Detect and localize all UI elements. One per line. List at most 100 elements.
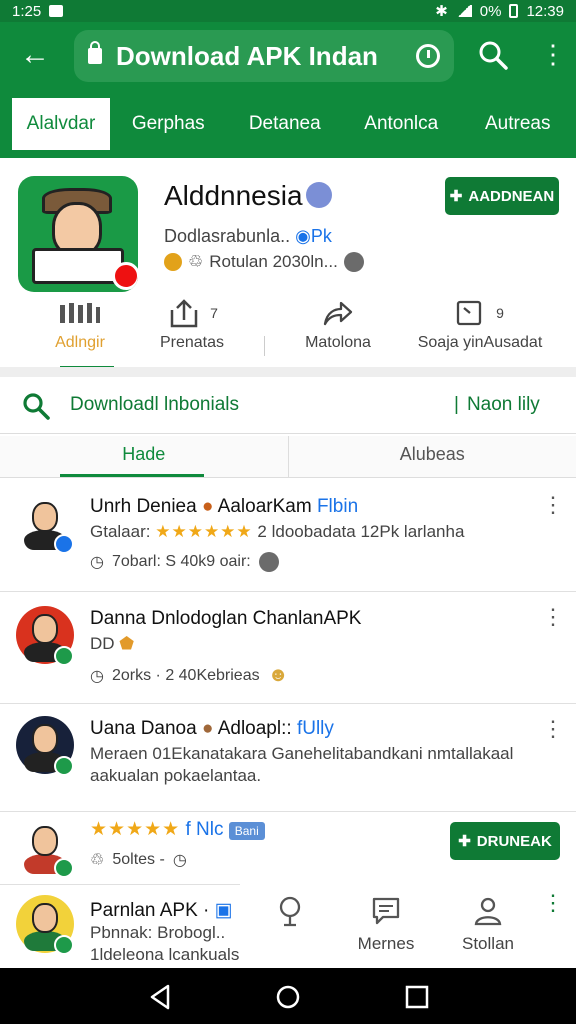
verified-icon [54,935,74,955]
clock-small-icon: ◷ [90,667,104,685]
item-subtitle: Gtalaar: ★★★★★★ 2 ldoobadata 12Pk larlan… [90,522,465,541]
tab-4[interactable]: Autreas [460,98,576,150]
install-button-2[interactable]: ✚ DRUNEAK [450,822,560,860]
verified-icon [54,756,74,776]
avatar [16,818,74,878]
category-tabs: Alalvdar Gerphas Detanea Antonlca Autrea… [0,96,576,152]
nav-item-pin[interactable] [240,894,340,934]
battery-percent: 0% [479,2,502,20]
tab-3[interactable]: Antonlca [343,98,460,150]
clock-small-icon: ◷ [90,554,104,571]
status-bar: 1:25 ✱ 0% 12:39 [0,0,576,22]
section-separator [0,367,576,377]
tab-1[interactable]: Gerphas [110,98,227,150]
status-clock: 12:39 [526,2,564,20]
item-title: Unrh Deniea ● AaloarKam Flbin [90,496,359,517]
nav-item-profile[interactable]: Stollan [438,894,538,954]
notification-dot [112,262,138,290]
list-item[interactable]: Uana Danoa ● Adloapl:: fUlly Meraen 01Ek… [0,704,576,812]
url-title: Download APK Indan [116,40,378,71]
install-button[interactable]: ✚ AADDNEAN [445,177,559,215]
sub-tabs: Hade Alubeas [0,436,576,478]
info-icon [343,252,364,272]
rating-stars: ★★★★★★ [155,522,253,541]
item-subtitle: DD ⬟ [90,634,135,653]
avatar [16,716,74,776]
avatar [16,494,74,554]
recycle-icon: ♲ [188,252,204,271]
subtab-0[interactable]: Hade [0,436,288,477]
subtab-1[interactable]: Alubeas [287,436,576,477]
item-meta: ◷ 2orks · 2 40Kebrieas ☻ [90,664,289,686]
search-icon[interactable] [22,392,50,420]
item-meta: ♲ 5oltes - ◷ [90,851,187,869]
coin-icon [164,253,182,271]
item-title: Danna Dnlodoglan ChanlanAPK [90,608,362,629]
shield-icon: ⬟ [119,634,135,653]
share-box-icon: 7 [122,296,262,330]
more-vert-icon[interactable]: ⋮ [542,606,564,628]
more-vert-icon[interactable]: ⋮ [542,494,564,516]
app-subtitle-link[interactable]: ◉Pk [295,226,332,246]
verified-icon [54,534,74,554]
note-icon: 9 [410,296,550,330]
tab-2[interactable]: Detanea [227,98,344,150]
nav-back-icon[interactable] [146,982,176,1012]
message-icon [336,894,436,928]
item-title: Parnlan APK · ▣ [90,900,233,921]
search-query: Downloadl lnbonials [70,394,239,415]
avatar [16,606,74,666]
item-subtitle: Meraen 01Ekanatakara Ganehelitabandkani … [90,744,514,763]
recycle-icon: ♲ [90,852,105,869]
app-subtitle: Dodlasrabunla.. ◉Pk [164,226,332,246]
app-icon [18,176,138,292]
forward-icon [268,296,408,330]
emoji-icon: ☻ [267,664,289,686]
verified-icon [54,858,74,878]
list-item[interactable]: Danna Dnlodoglan ChanlanAPK DD ⬟ ◷ 2orks … [0,592,576,704]
list-item[interactable]: Unrh Deniea ● AaloarKam Flbin Gtalaar: ★… [0,480,576,592]
tab-0[interactable]: Alalvdar [12,98,110,150]
pin-icon [240,894,340,928]
search-right-label[interactable]: | Naon lily [454,394,540,416]
bottom-nav: Mernes Stollan ⋮ [240,884,576,968]
signal-icon [455,5,472,17]
app-bar: ← Download APK Indan ⋮ Alalvdar Gerphas … [0,22,576,158]
nav-home-icon[interactable] [273,982,303,1012]
search-icon[interactable] [478,40,508,70]
info-icon [258,552,279,572]
app-actions: Adlngir 7 Prenatas Matolona 9 Soaja yinA… [0,296,576,369]
system-nav-bar [0,968,576,1024]
person-icon [438,894,538,928]
action-2[interactable]: Matolona [268,296,408,364]
app-meta: ♲ Rotulan 2030ln... [164,252,364,272]
clock-small-icon: ◷ [172,852,187,869]
notification-icon [49,5,64,17]
avatar [16,895,74,955]
item-rating: ★★★★★ f Nlc Bani [90,818,265,841]
search-row[interactable]: Downloadl lnbonials | Naon lily [0,378,576,434]
nav-item-messages[interactable]: Mernes [336,894,436,954]
more-vert-icon[interactable]: ⋮ [542,718,564,740]
bluetooth-icon: ✱ [435,3,448,20]
divider [264,336,265,356]
lock-icon [88,41,102,64]
action-1[interactable]: 7 Prenatas [122,296,262,364]
bolt-icon: ✚ [458,833,471,850]
nav-recents-icon[interactable] [402,982,432,1012]
tag-badge: Bani [228,822,265,840]
verified-avatar-icon [306,182,332,208]
back-arrow-icon[interactable]: ← [18,38,52,72]
status-time: 1:25 [12,2,42,20]
battery-icon [509,4,519,18]
rating-stars: ★★★★★ [90,819,181,840]
item-title: Uana Danoa ● Adloapl:: fUlly [90,718,334,739]
more-vert-icon[interactable]: ⋮ [542,892,564,914]
action-3[interactable]: 9 Soaja yinAusadat [410,296,550,364]
more-vert-icon[interactable]: ⋮ [540,36,566,72]
item-subtitle: Pbnnak: Brobogl.. [90,923,226,942]
url-bar[interactable]: Download APK Indan [74,30,454,82]
app-name: Alddnnesia [164,180,303,211]
clock-icon[interactable] [416,44,440,68]
item-subtitle-2: aakualan pokaelantaa. [90,766,262,785]
